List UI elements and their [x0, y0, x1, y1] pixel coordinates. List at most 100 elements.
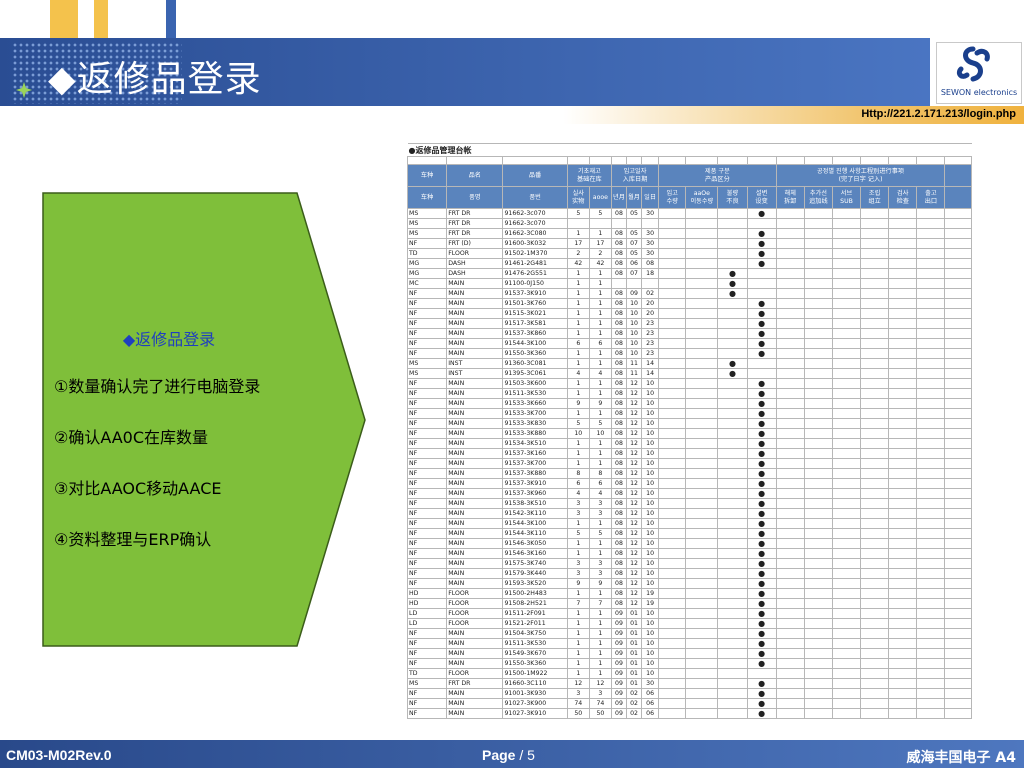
table-cell: FRT DR	[446, 218, 504, 229]
table-cell	[658, 638, 687, 649]
table-cell	[860, 598, 890, 609]
table-cell	[685, 468, 719, 479]
table-cell: 91503-3K600	[502, 378, 568, 389]
table-cell: 10	[625, 308, 643, 319]
table-cell	[831, 448, 862, 459]
defect-mark	[717, 608, 748, 619]
spacer-cell	[717, 156, 748, 165]
table-cell: 91515-3K021	[502, 308, 568, 319]
table-cell	[831, 628, 862, 639]
table-cell	[775, 488, 805, 499]
table-cell: 3	[566, 688, 590, 699]
defect-mark	[717, 388, 748, 399]
table-cell: 42	[588, 258, 612, 269]
table-cell	[831, 498, 862, 509]
defect-mark	[717, 468, 748, 479]
table-cell: 08	[610, 488, 628, 499]
table-cell	[658, 628, 687, 639]
steps-heading: ◆返修品登录	[122, 330, 216, 349]
table-cell	[944, 698, 972, 709]
table-cell	[775, 618, 805, 629]
table-cell	[944, 468, 972, 479]
table-cell	[888, 538, 918, 549]
table-cell: 9	[566, 398, 590, 409]
table-cell	[860, 458, 890, 469]
table-cell	[685, 708, 719, 719]
table-cell: NF	[406, 508, 448, 519]
table-cell: MAIN	[446, 428, 504, 439]
table-cell	[916, 308, 946, 319]
change-mark	[746, 288, 777, 299]
table-cell: 10	[641, 528, 660, 539]
table-cell: 91027-3K910	[502, 708, 568, 719]
table-cell: 17	[566, 238, 590, 249]
table-cell	[831, 478, 862, 489]
table-cell: 1	[566, 448, 590, 459]
table-cell: FRT (D)	[446, 238, 504, 249]
table-cell	[658, 498, 687, 509]
table-cell	[916, 608, 946, 619]
table-cell	[775, 428, 805, 439]
table-cell	[888, 248, 918, 259]
table-cell	[860, 428, 890, 439]
table-cell	[916, 698, 946, 709]
change-mark: ●	[746, 588, 777, 599]
table-cell: 01	[625, 618, 643, 629]
table-cell: 3	[566, 498, 590, 509]
table-cell	[685, 518, 719, 529]
table-cell	[610, 218, 628, 229]
table-cell	[803, 468, 833, 479]
doc-code: CM03-M02Rev.0	[6, 747, 112, 763]
table-cell: NF	[406, 628, 448, 639]
table-cell	[775, 418, 805, 429]
url-link[interactable]: Http://221.2.171.213/login.php	[861, 108, 1016, 120]
table-cell	[831, 388, 862, 399]
table-cell	[658, 558, 687, 569]
subheader-cell: 출고 出口	[916, 186, 946, 209]
table-cell: 05	[625, 248, 643, 259]
table-cell	[860, 328, 890, 339]
table-cell	[685, 318, 719, 329]
table-cell: 91534-3K510	[502, 438, 568, 449]
table-cell: 06	[625, 258, 643, 269]
spacer-cell	[641, 156, 660, 165]
table-cell: 01	[625, 678, 643, 689]
table-cell: 5	[566, 418, 590, 429]
table-row: MS FRT DR 91662-3c070	[406, 218, 972, 229]
table-cell	[831, 338, 862, 349]
table-cell	[685, 368, 719, 379]
change-mark: ●	[746, 458, 777, 469]
table-cell	[944, 678, 972, 689]
table-row: MS FRT DR 91662-3C080 1 1 08 05 30 ●	[406, 228, 972, 239]
table-cell	[685, 398, 719, 409]
table-cell: 09	[625, 288, 643, 299]
table-cell: MAIN	[446, 578, 504, 589]
table-cell	[831, 518, 862, 529]
defect-mark	[717, 418, 748, 429]
table-cell	[944, 238, 972, 249]
table-cell: 08	[610, 548, 628, 559]
table-cell: INST	[446, 358, 504, 369]
table-cell: 05	[625, 208, 643, 219]
table-cell: 08	[610, 368, 628, 379]
change-mark: ●	[746, 688, 777, 699]
table-cell	[685, 568, 719, 579]
table-cell: 08	[610, 388, 628, 399]
table-row: NF MAIN 91501-3K760 1 1 08 10 20 ●	[406, 298, 972, 309]
table-cell	[888, 338, 918, 349]
table-cell	[944, 438, 972, 449]
table-cell: 91504-3K750	[502, 628, 568, 639]
table-cell: FRT DR	[446, 228, 504, 239]
defect-mark	[717, 508, 748, 519]
table-cell	[916, 538, 946, 549]
table-cell	[916, 478, 946, 489]
defect-mark	[717, 678, 748, 689]
table-cell: 07	[625, 268, 643, 279]
table-cell: 06	[641, 708, 660, 719]
step-item: ①数量确认完了进行电脑登录	[54, 377, 261, 396]
change-mark: ●	[746, 508, 777, 519]
table-row: TD FLOOR 91502-1M370 2 2 08 05 30 ●	[406, 248, 972, 259]
table-cell: 08	[610, 558, 628, 569]
table-cell: 08	[610, 458, 628, 469]
table-cell	[944, 308, 972, 319]
